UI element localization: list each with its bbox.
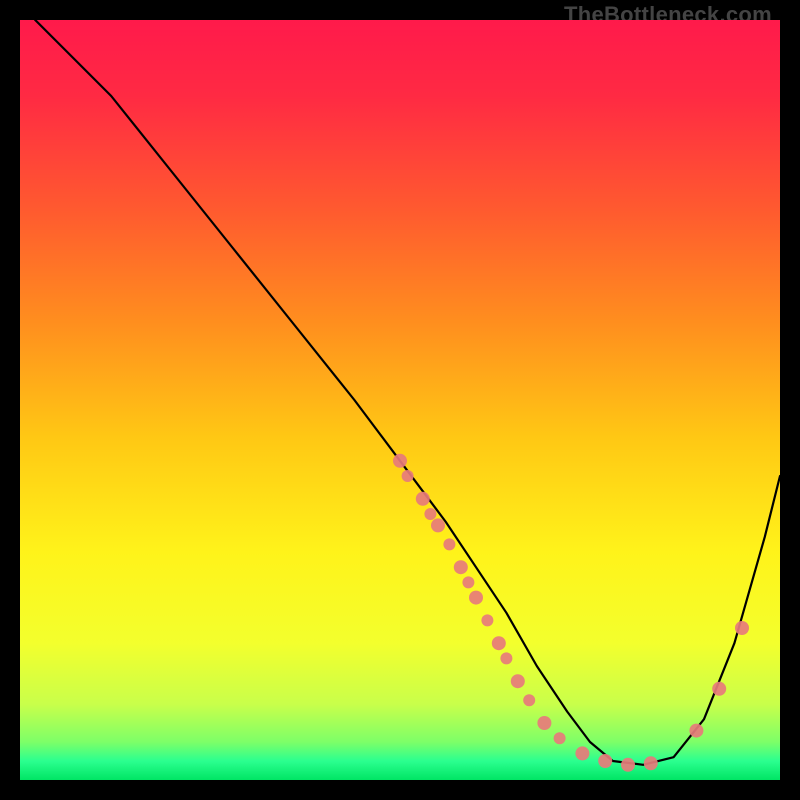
marker-dot (537, 716, 551, 730)
marker-dot (511, 674, 525, 688)
marker-dot (393, 454, 407, 468)
marker-dot (621, 758, 635, 772)
marker-dot (424, 508, 436, 520)
plot-area (20, 20, 780, 780)
marker-dot (431, 518, 445, 532)
marker-dot (469, 591, 483, 605)
marker-dot (500, 652, 512, 664)
marker-dot (689, 724, 703, 738)
marker-dot (644, 756, 658, 770)
chart-svg (20, 20, 780, 780)
marker-dot (492, 636, 506, 650)
chart-frame: TheBottleneck.com (0, 0, 800, 800)
marker-dot (454, 560, 468, 574)
marker-dot (575, 746, 589, 760)
marker-dot (481, 614, 493, 626)
marker-dot (598, 754, 612, 768)
marker-dot (462, 576, 474, 588)
marker-dot (523, 694, 535, 706)
marker-dot (554, 732, 566, 744)
marker-dot (735, 621, 749, 635)
marker-dot (402, 470, 414, 482)
marker-dot (443, 538, 455, 550)
marker-dot (416, 492, 430, 506)
marker-dot (712, 682, 726, 696)
